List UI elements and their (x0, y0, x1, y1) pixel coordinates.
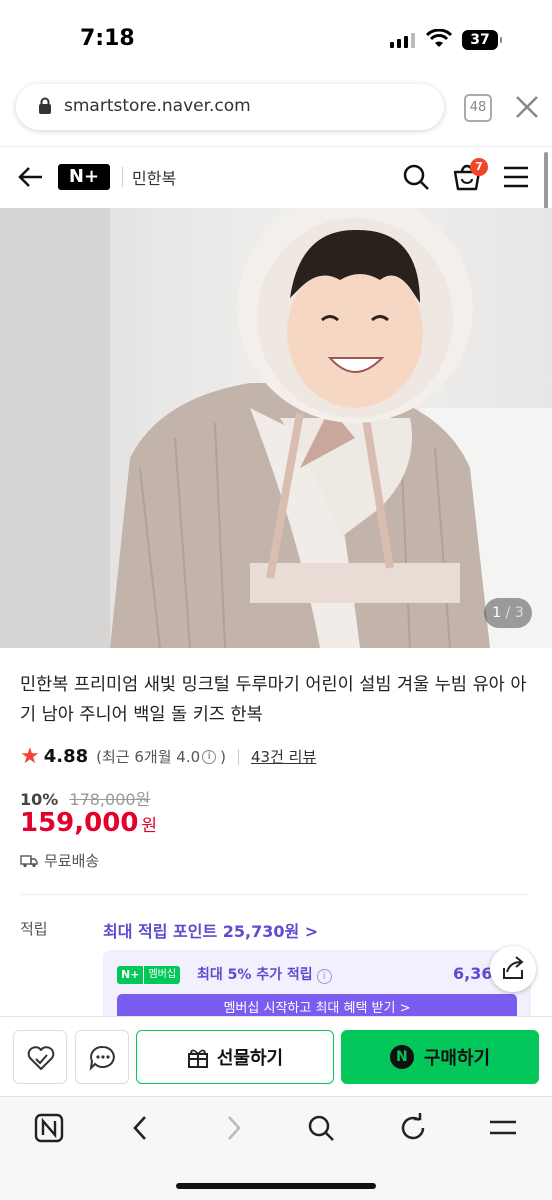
search-icon[interactable] (306, 1113, 336, 1143)
chevron-left-icon[interactable] (126, 1113, 156, 1143)
section-divider (20, 894, 530, 895)
store-logo[interactable]: 민한복 (132, 165, 176, 189)
url-text[interactable]: smartstore.naver.com (64, 96, 251, 116)
pager-current: 1 (492, 605, 502, 621)
info-icon[interactable]: i (202, 749, 217, 764)
original-price: 178,000원 (69, 790, 151, 809)
chat-button[interactable] (75, 1030, 129, 1084)
membership-badge-text: 멤버십 (143, 966, 181, 984)
wishlist-heart-icon (27, 1046, 55, 1070)
status-bar: 7:18 37 (0, 0, 552, 82)
lock-icon (39, 97, 51, 114)
naver-home-icon[interactable] (34, 1113, 64, 1143)
max-points-link[interactable]: 최대 적립 포인트 25,730원 > (103, 918, 318, 942)
image-pager: 1 / 3 (484, 598, 532, 628)
cellular-signal-icon (390, 32, 415, 48)
gift-label: 선물하기 (216, 1048, 284, 1069)
menu-icon[interactable] (488, 1113, 518, 1143)
menu-icon[interactable] (502, 165, 530, 189)
cart-count-badge: 7 (470, 158, 488, 176)
rating-score: 4.88 (43, 746, 89, 767)
wifi-icon (426, 29, 452, 47)
review-link[interactable]: 43건 리뷰 (251, 746, 316, 767)
pager-separator: / (505, 605, 511, 621)
price-unit: 원 (141, 816, 158, 836)
naver-plus-logo[interactable]: N+ (58, 164, 110, 190)
product-photo (0, 208, 552, 648)
product-title: 민한복 프리미엄 새빛 밍크털 두루마기 어린이 설빔 겨울 누빔 유아 아기 … (20, 675, 527, 725)
rating-divider (238, 748, 240, 765)
store-header: N+ 민한복 7 (0, 146, 552, 208)
share-icon (503, 956, 524, 979)
points-label: 적립 (20, 920, 48, 938)
gift-button[interactable]: 선물하기 (136, 1030, 334, 1084)
status-time: 7:18 (80, 26, 135, 51)
tab-count-button[interactable]: 48 (464, 94, 492, 122)
price-number: 159,000 (20, 808, 139, 838)
search-icon[interactable] (402, 163, 430, 191)
purchase-action-bar: 선물하기 N 구매하기 (0, 1016, 552, 1096)
sale-price: 159,000 원 (20, 808, 157, 838)
chevron-right-icon[interactable] (218, 1113, 248, 1143)
battery-indicator: 37 (462, 30, 502, 50)
naver-pay-icon: N (389, 1045, 414, 1069)
rating-recent-prefix: (최근 6개월 4.0 (96, 748, 201, 766)
discount-rate: 10% (20, 790, 59, 809)
membership-text-label: 최대 5% 추가 적립 (197, 967, 313, 983)
shipping-text: 무료배송 (44, 852, 100, 870)
discount-row: 10% 178,000원 (20, 786, 150, 810)
share-button[interactable] (490, 946, 536, 992)
wishlist-button[interactable] (13, 1030, 67, 1084)
header-divider (122, 167, 123, 187)
buy-button[interactable]: N 구매하기 (341, 1030, 539, 1084)
back-arrow-icon[interactable] (16, 163, 44, 191)
rating-recent-suffix: ) (220, 747, 227, 766)
rating-row: ★ 4.88 (최근 6개월 4.0 i ) 43건 리뷰 (20, 744, 316, 769)
truck-icon (20, 854, 38, 867)
close-icon[interactable] (514, 94, 540, 120)
star-icon: ★ (20, 744, 40, 769)
membership-text: 최대 5% 추가 적립 i (197, 964, 332, 984)
shipping-info: 무료배송 (20, 850, 99, 871)
buy-label: 구매하기 (423, 1048, 491, 1069)
info-icon[interactable]: i (316, 969, 332, 984)
pager-total: 3 (514, 605, 524, 621)
reload-icon[interactable] (398, 1113, 428, 1143)
address-bar[interactable]: smartstore.naver.com (16, 84, 444, 130)
store-name: 민한복 (132, 169, 177, 188)
membership-badge: N+ 멤버십 (117, 966, 181, 984)
gift-icon (187, 1049, 208, 1068)
product-image[interactable]: 1 / 3 (0, 208, 552, 648)
membership-badge-np: N+ (117, 966, 144, 984)
membership-value: 6,36 (453, 964, 493, 983)
home-indicator[interactable] (176, 1183, 376, 1189)
chat-icon (89, 1045, 115, 1071)
